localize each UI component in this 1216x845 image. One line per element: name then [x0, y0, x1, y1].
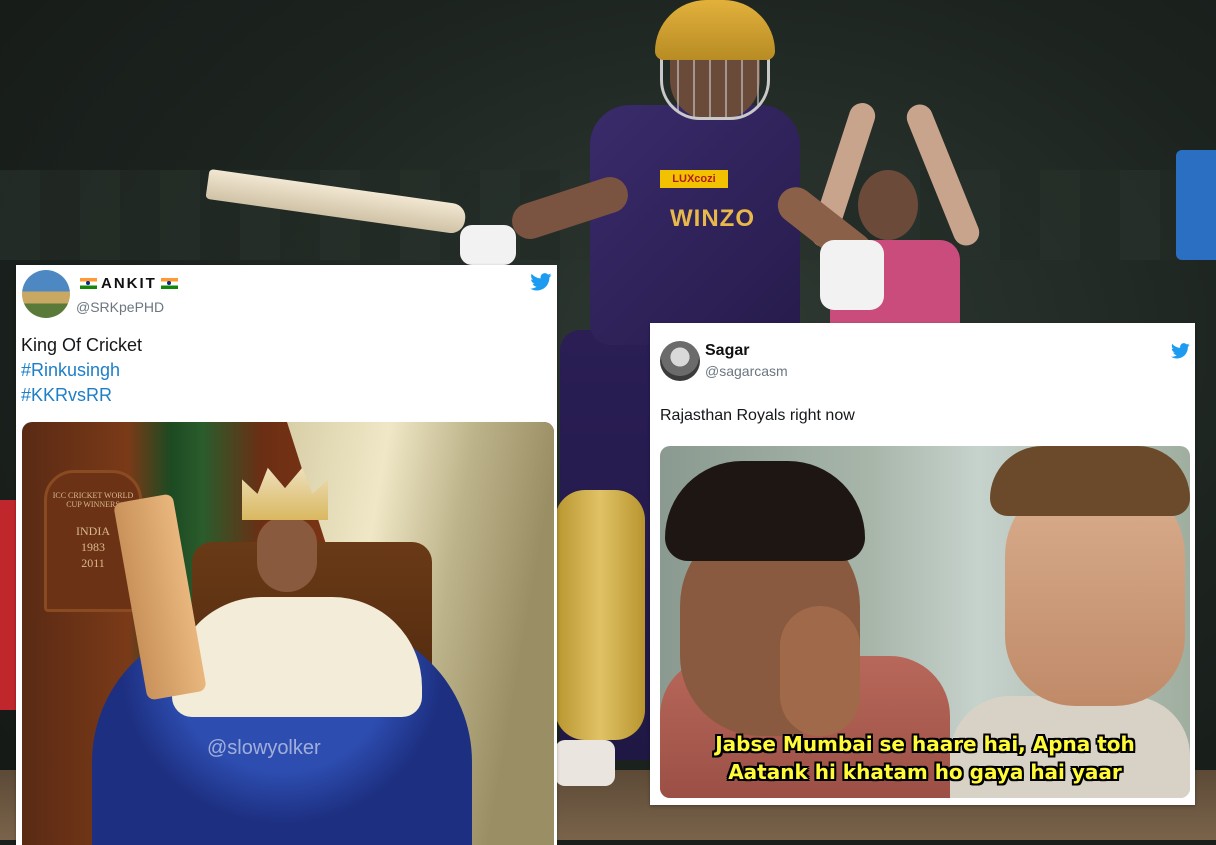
meme-caption-line: Aatank hi khatam ho gaya hai yaar — [728, 760, 1122, 784]
tweet-card-ankit[interactable]: ANKIT @SRKpePHD King Of Cricket #Rinkusi… — [16, 265, 557, 845]
batting-glove — [820, 240, 884, 310]
helmet — [655, 0, 775, 60]
india-flag-icon — [160, 278, 178, 289]
plaque-country: INDIA — [76, 524, 110, 538]
twitter-bird-icon — [1171, 343, 1190, 359]
meme-hand — [780, 606, 860, 736]
meme-caption-line: Jabse Mumbai se haare hai, Apna toh — [715, 732, 1135, 756]
jersey-sponsor-2: WINZO — [670, 205, 755, 232]
batting-pad — [555, 490, 645, 740]
hashtag-link[interactable]: #Rinkusingh — [21, 358, 142, 383]
tweet-author-handle[interactable]: @sagarcasm — [705, 363, 788, 379]
tweet-author-handle[interactable]: @SRKpePHD — [76, 299, 164, 315]
india-flag-icon — [80, 278, 97, 289]
meme-caption: Jabse Mumbai se haare hai, Apna toh Aata… — [660, 730, 1190, 786]
meme-hair-right — [990, 446, 1190, 516]
display-name: ANKIT — [101, 275, 157, 292]
hashtag-link[interactable]: #KKRvsRR — [21, 383, 142, 408]
tweet-media-image[interactable]: ICC CRICKET WORLD CUP WINNERS INDIA 1983… — [22, 422, 554, 845]
stadium-light — [1176, 150, 1216, 260]
jersey-sponsor-1: LUXcozi — [660, 170, 728, 188]
tweet-text-line: King Of Cricket — [21, 335, 143, 355]
tweet-author-name[interactable]: ANKIT — [76, 275, 182, 292]
tweet-card-sagar[interactable]: Sagar @sagarcasm Rajasthan Royals right … — [650, 323, 1195, 805]
plaque-year: 1983 — [81, 540, 105, 554]
plaque-year: 2011 — [81, 556, 105, 570]
tweet-media-image[interactable]: Jabse Mumbai se haare hai, Apna toh Aata… — [660, 446, 1190, 798]
tweet-body: Rajasthan Royals right now — [660, 407, 855, 424]
avatar[interactable] — [660, 341, 700, 381]
meme-hair-left — [665, 461, 865, 561]
tweet-body: King Of Cricket #Rinkusingh #KKRvsRR — [21, 333, 142, 408]
king-portrait-face — [257, 517, 317, 592]
batting-glove — [460, 225, 516, 265]
image-watermark: @slowyolker — [207, 737, 321, 759]
avatar[interactable] — [22, 270, 70, 318]
twitter-bird-icon — [530, 273, 552, 291]
tweet-author-name[interactable]: Sagar — [705, 342, 749, 360]
ermine-collar — [172, 597, 422, 717]
